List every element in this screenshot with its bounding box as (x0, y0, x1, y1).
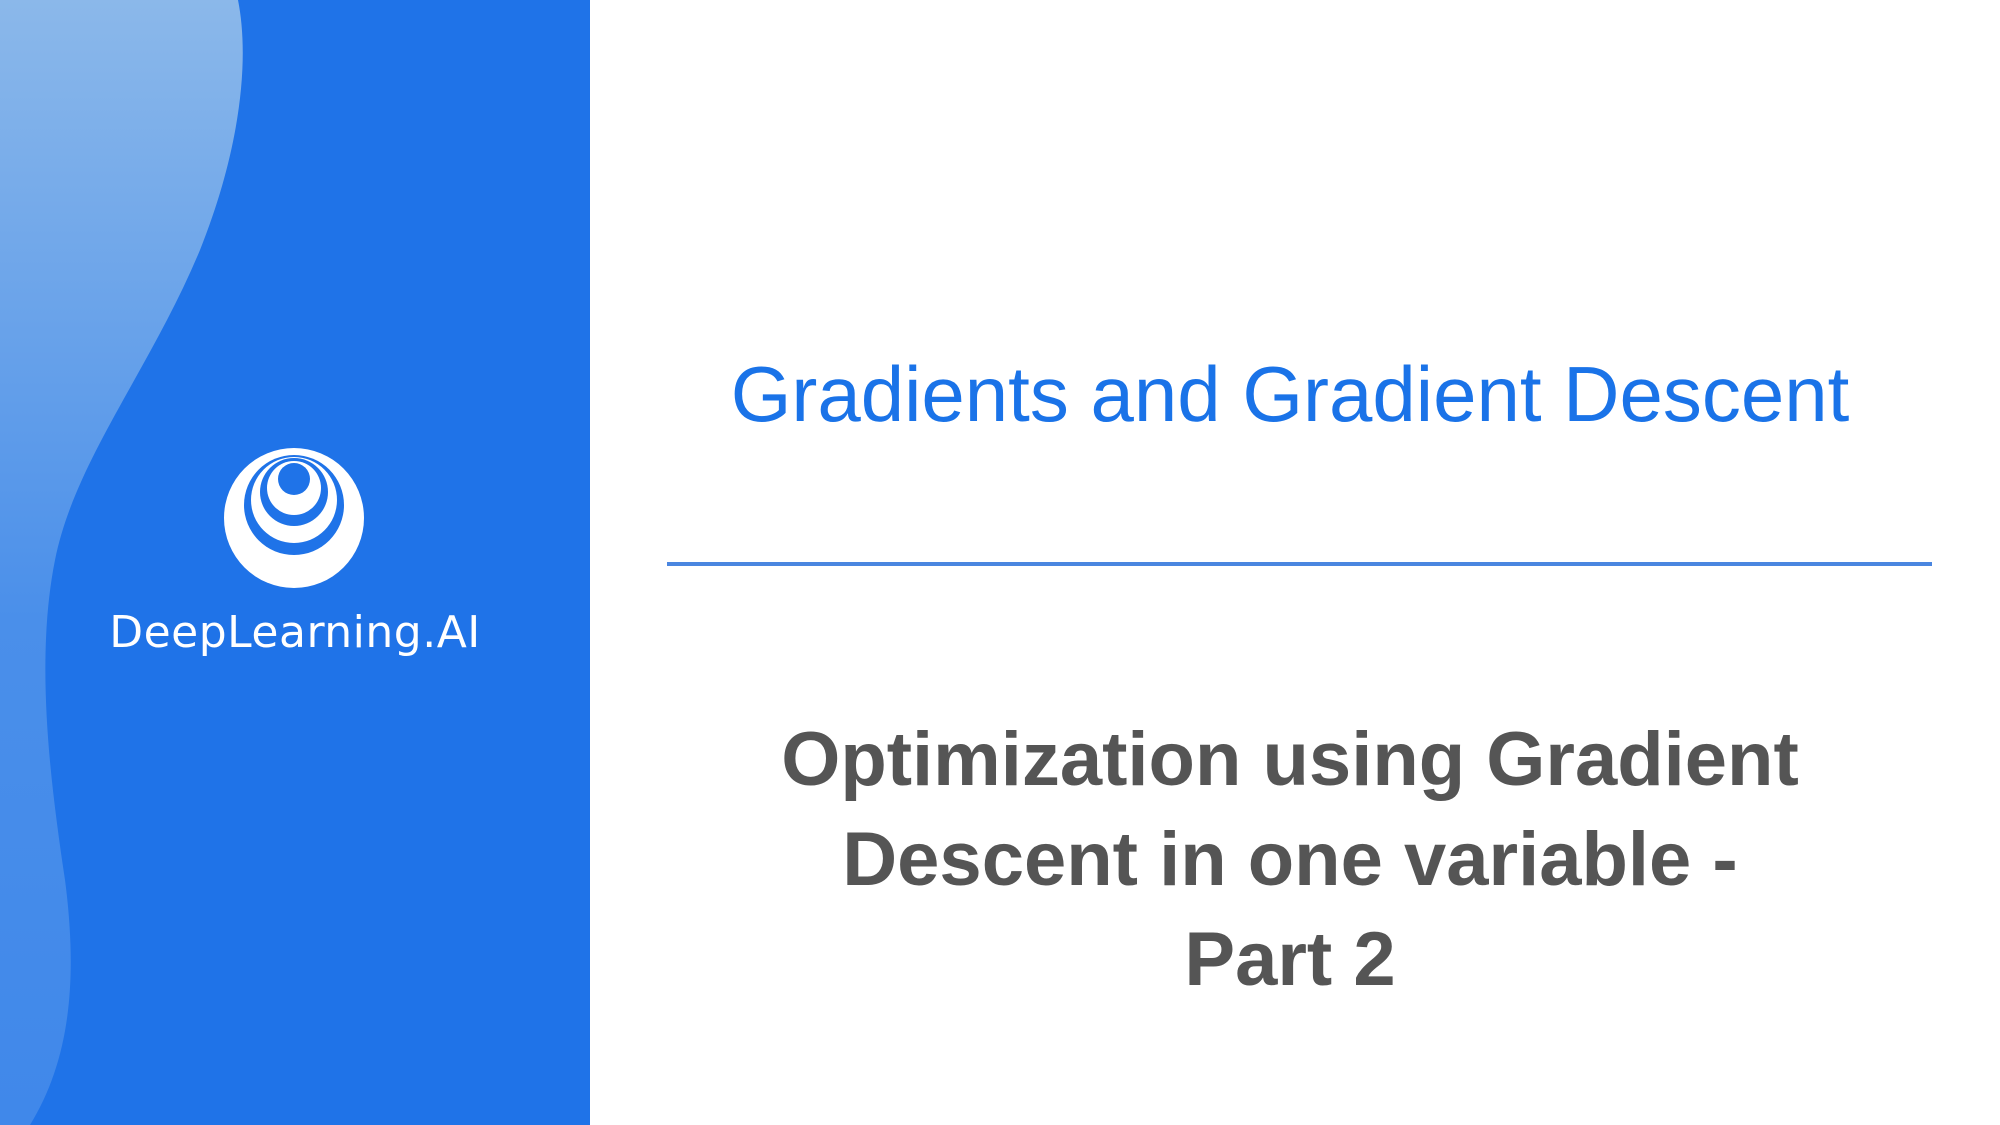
module-title: Gradients and Gradient Descent (730, 350, 1850, 438)
brand-name: DeepLearning.AI (109, 607, 481, 658)
lesson-title-line-2: Descent in one variable - (842, 817, 1738, 902)
title-divider (667, 562, 1932, 566)
title-slide: DeepLearning.AI Gradients and Gradient D… (0, 0, 2000, 1125)
brand-panel: DeepLearning.AI (0, 0, 590, 1125)
slide-content: Gradients and Gradient Descent Optimizat… (590, 0, 2000, 1125)
deeplearning-ai-logo-icon (224, 448, 364, 588)
lesson-title-line-3: Part 2 (1184, 917, 1396, 1002)
lesson-title: Optimization using Gradient Descent in o… (680, 710, 1900, 1010)
brand-block: DeepLearning.AI (0, 448, 590, 678)
lesson-title-line-1: Optimization using Gradient (781, 717, 1799, 802)
